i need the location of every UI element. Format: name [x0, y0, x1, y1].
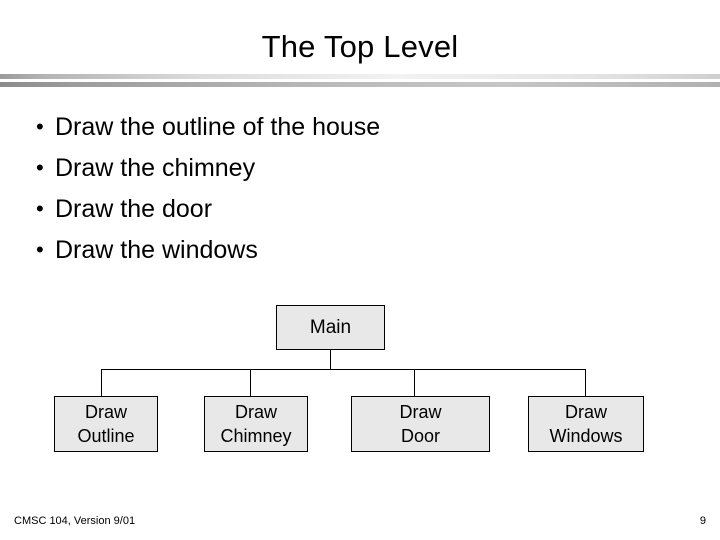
list-item: • Draw the door — [28, 192, 668, 233]
diagram-node-label-line1: Draw — [564, 402, 607, 422]
list-item: • Draw the windows — [28, 233, 668, 274]
diagram-node-label-line1: Draw — [234, 402, 277, 422]
diagram-node-label-line2: Windows — [549, 426, 623, 446]
connector-drop-outline — [101, 369, 102, 396]
diagram-node-draw-outline: Draw Outline — [54, 396, 158, 452]
connector-horizontal-bus — [101, 369, 585, 370]
connector-drop-windows — [585, 369, 586, 396]
diagram-node-label-line2: Chimney — [220, 426, 292, 446]
bullet-point-icon: • — [36, 196, 44, 221]
bullet-list: • Draw the outline of the house • Draw t… — [28, 110, 668, 274]
list-item-label: Draw the door — [55, 195, 213, 223]
diagram-node-draw-windows: Draw Windows — [528, 396, 644, 452]
bullet-point-icon: • — [36, 114, 44, 139]
list-item-label: Draw the outline of the house — [55, 113, 381, 141]
bullet-point-icon: • — [36, 155, 44, 180]
footer-course-label: CMSC 104, Version 9/01 — [14, 515, 136, 527]
diagram-node-label-line2: Outline — [77, 426, 135, 446]
footer-page-number: 9 — [699, 515, 706, 527]
diagram-node-label: Main — [309, 317, 352, 338]
diagram-node-label-line1: Draw — [84, 402, 127, 422]
page-title: The Top Level — [261, 29, 459, 64]
list-item: • Draw the outline of the house — [28, 110, 668, 151]
list-item-label: Draw the chimney — [55, 154, 256, 182]
list-item: • Draw the chimney — [28, 151, 668, 192]
diagram-node-draw-door: Draw Door — [351, 396, 490, 452]
diagram-node-label-line2: Door — [400, 426, 440, 446]
divider-bar-lower — [0, 82, 720, 87]
list-item-label: Draw the windows — [55, 236, 258, 264]
bullet-point-icon: • — [36, 237, 44, 262]
title-divider — [0, 74, 720, 90]
diagram-node-main: Main — [276, 305, 385, 350]
connector-root-stem — [330, 350, 331, 369]
connector-drop-chimney — [250, 369, 251, 396]
connector-drop-door — [414, 369, 415, 396]
diagram-node-label-line1: Draw — [399, 402, 442, 422]
diagram-node-draw-chimney: Draw Chimney — [204, 396, 308, 452]
